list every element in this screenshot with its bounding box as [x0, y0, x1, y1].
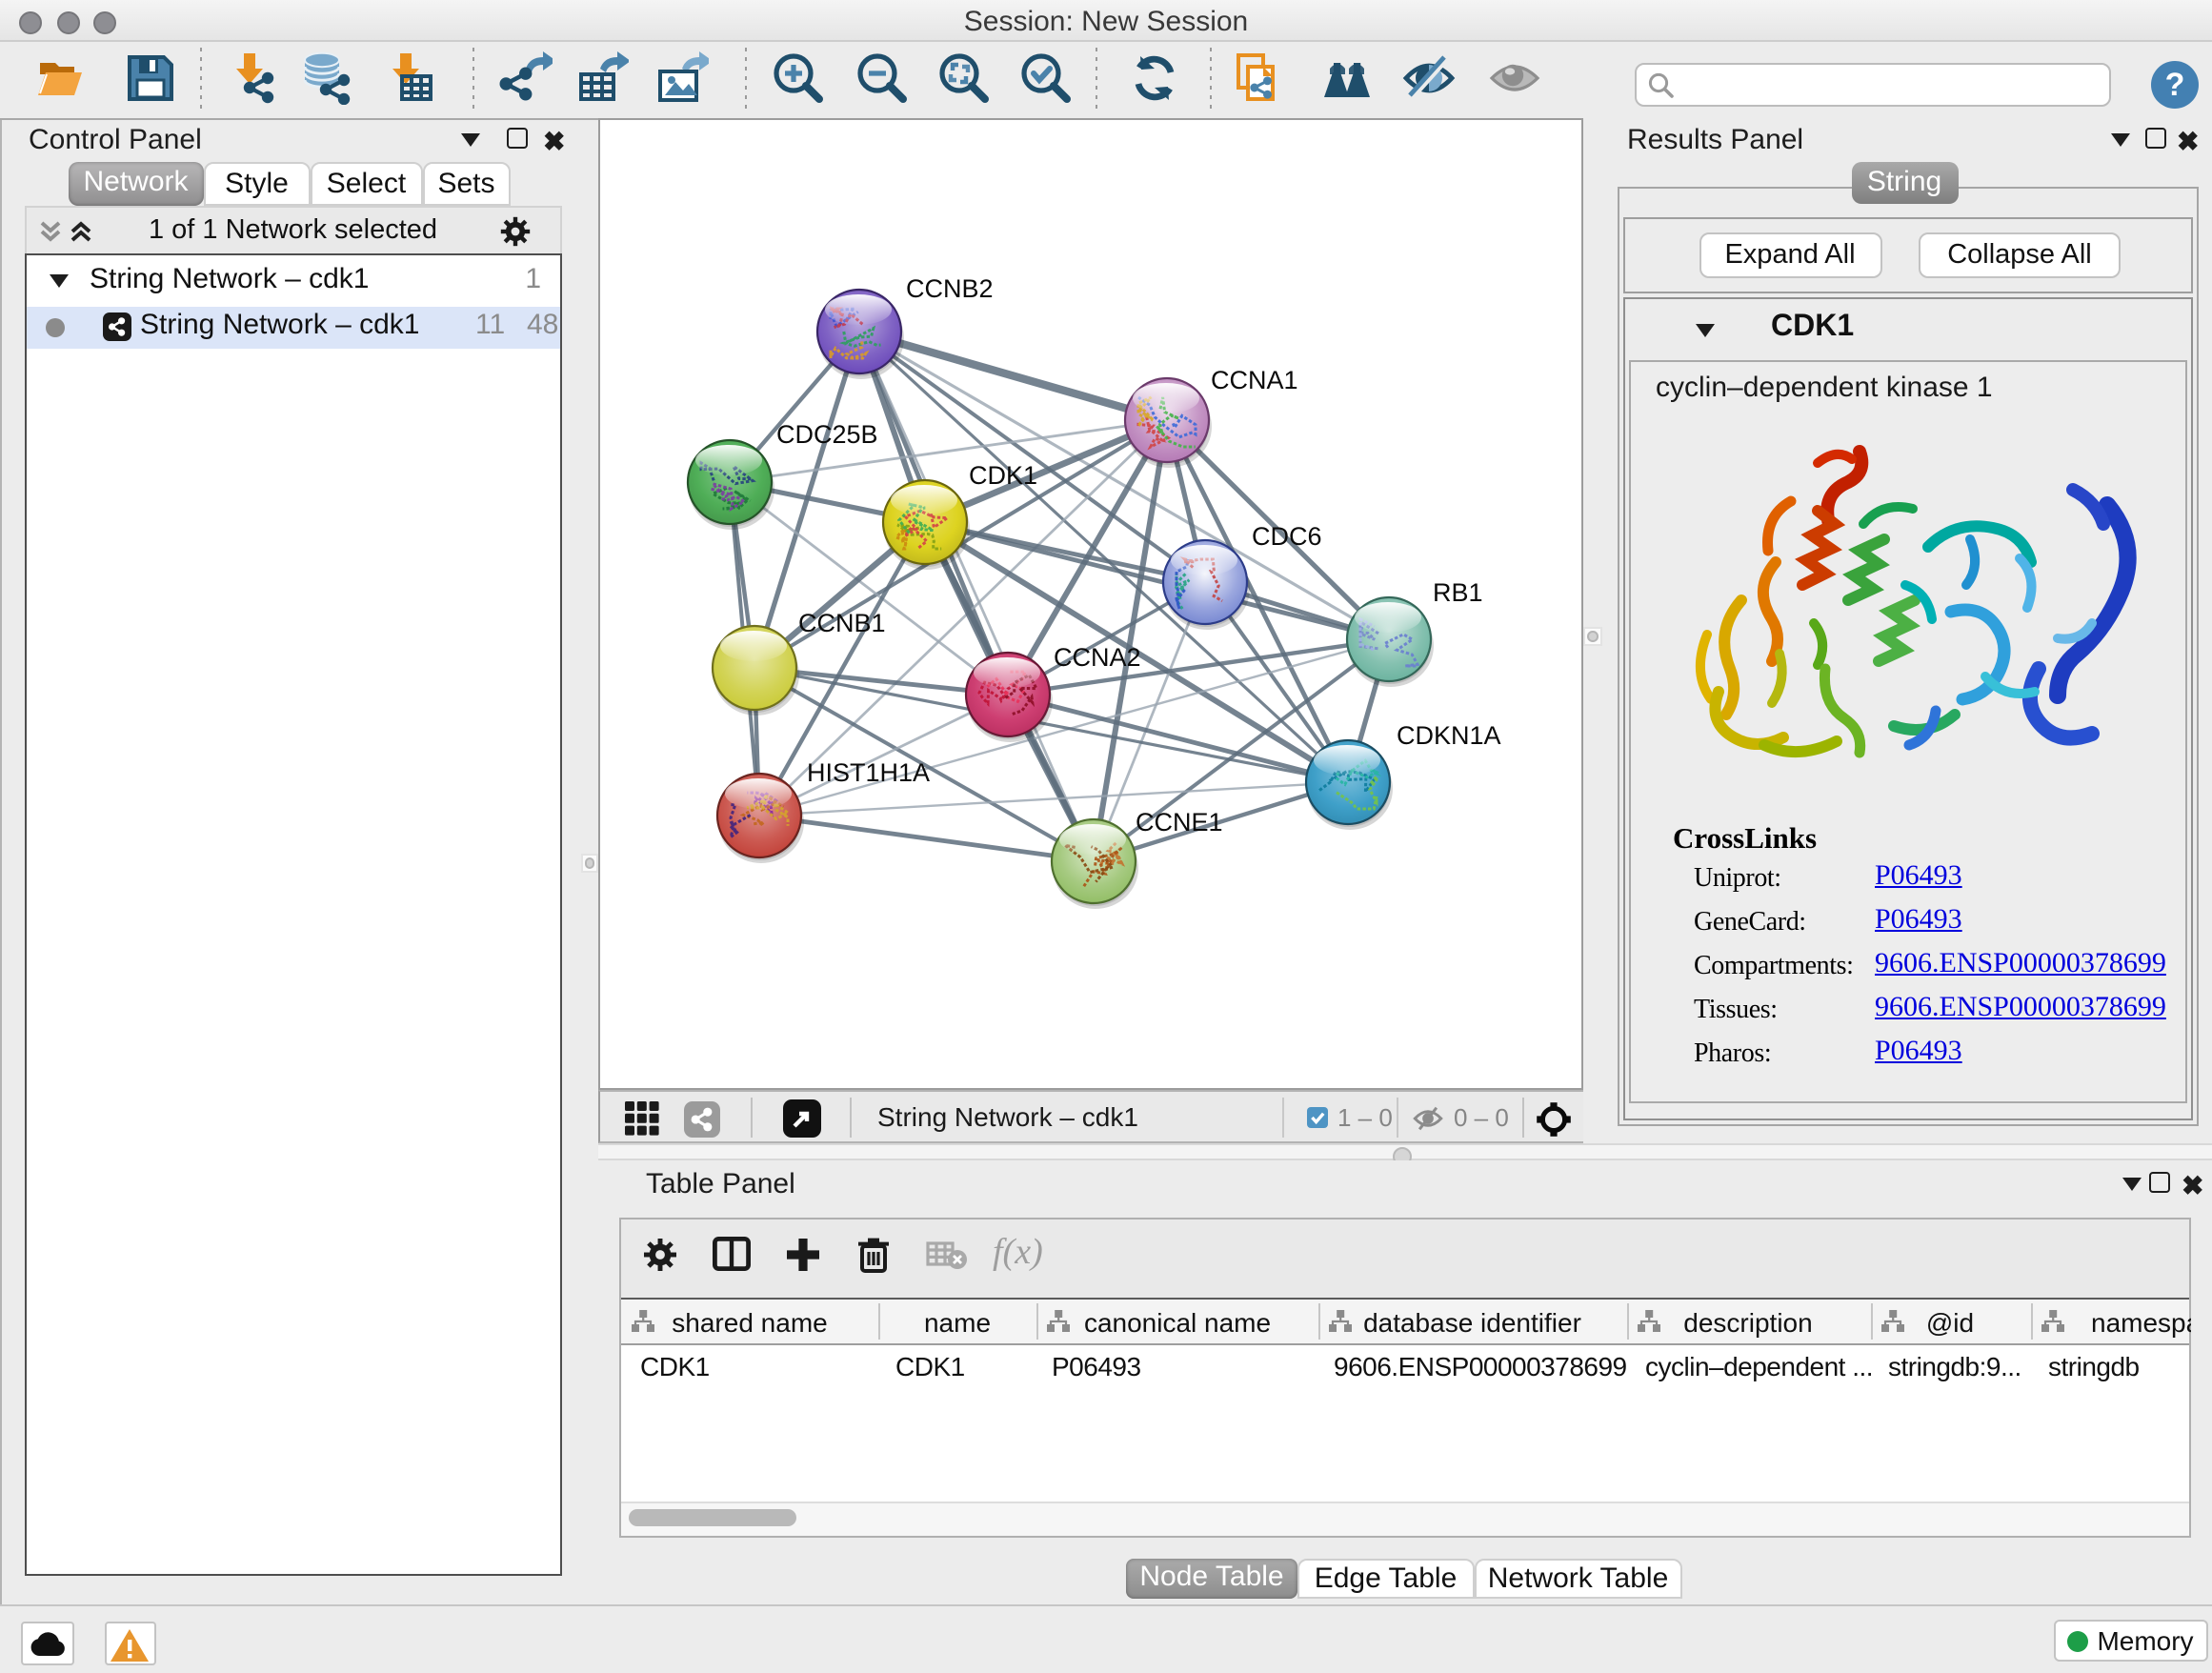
- svg-text:CDC25B: CDC25B: [775, 419, 877, 448]
- svg-text:HIST1H1A: HIST1H1A: [806, 757, 929, 786]
- svg-text:CDKN1A: CDKN1A: [1396, 720, 1500, 749]
- svg-text:CCNB2: CCNB2: [905, 273, 993, 302]
- svg-text:CCNA1: CCNA1: [1210, 365, 1297, 393]
- svg-text:RB1: RB1: [1432, 577, 1482, 606]
- svg-text:CDK1: CDK1: [968, 460, 1036, 489]
- svg-text:CDC6: CDC6: [1251, 521, 1321, 550]
- svg-text:CCNA2: CCNA2: [1053, 642, 1140, 671]
- svg-text:CCNE1: CCNE1: [1135, 807, 1222, 836]
- svg-text:CCNB1: CCNB1: [797, 608, 885, 636]
